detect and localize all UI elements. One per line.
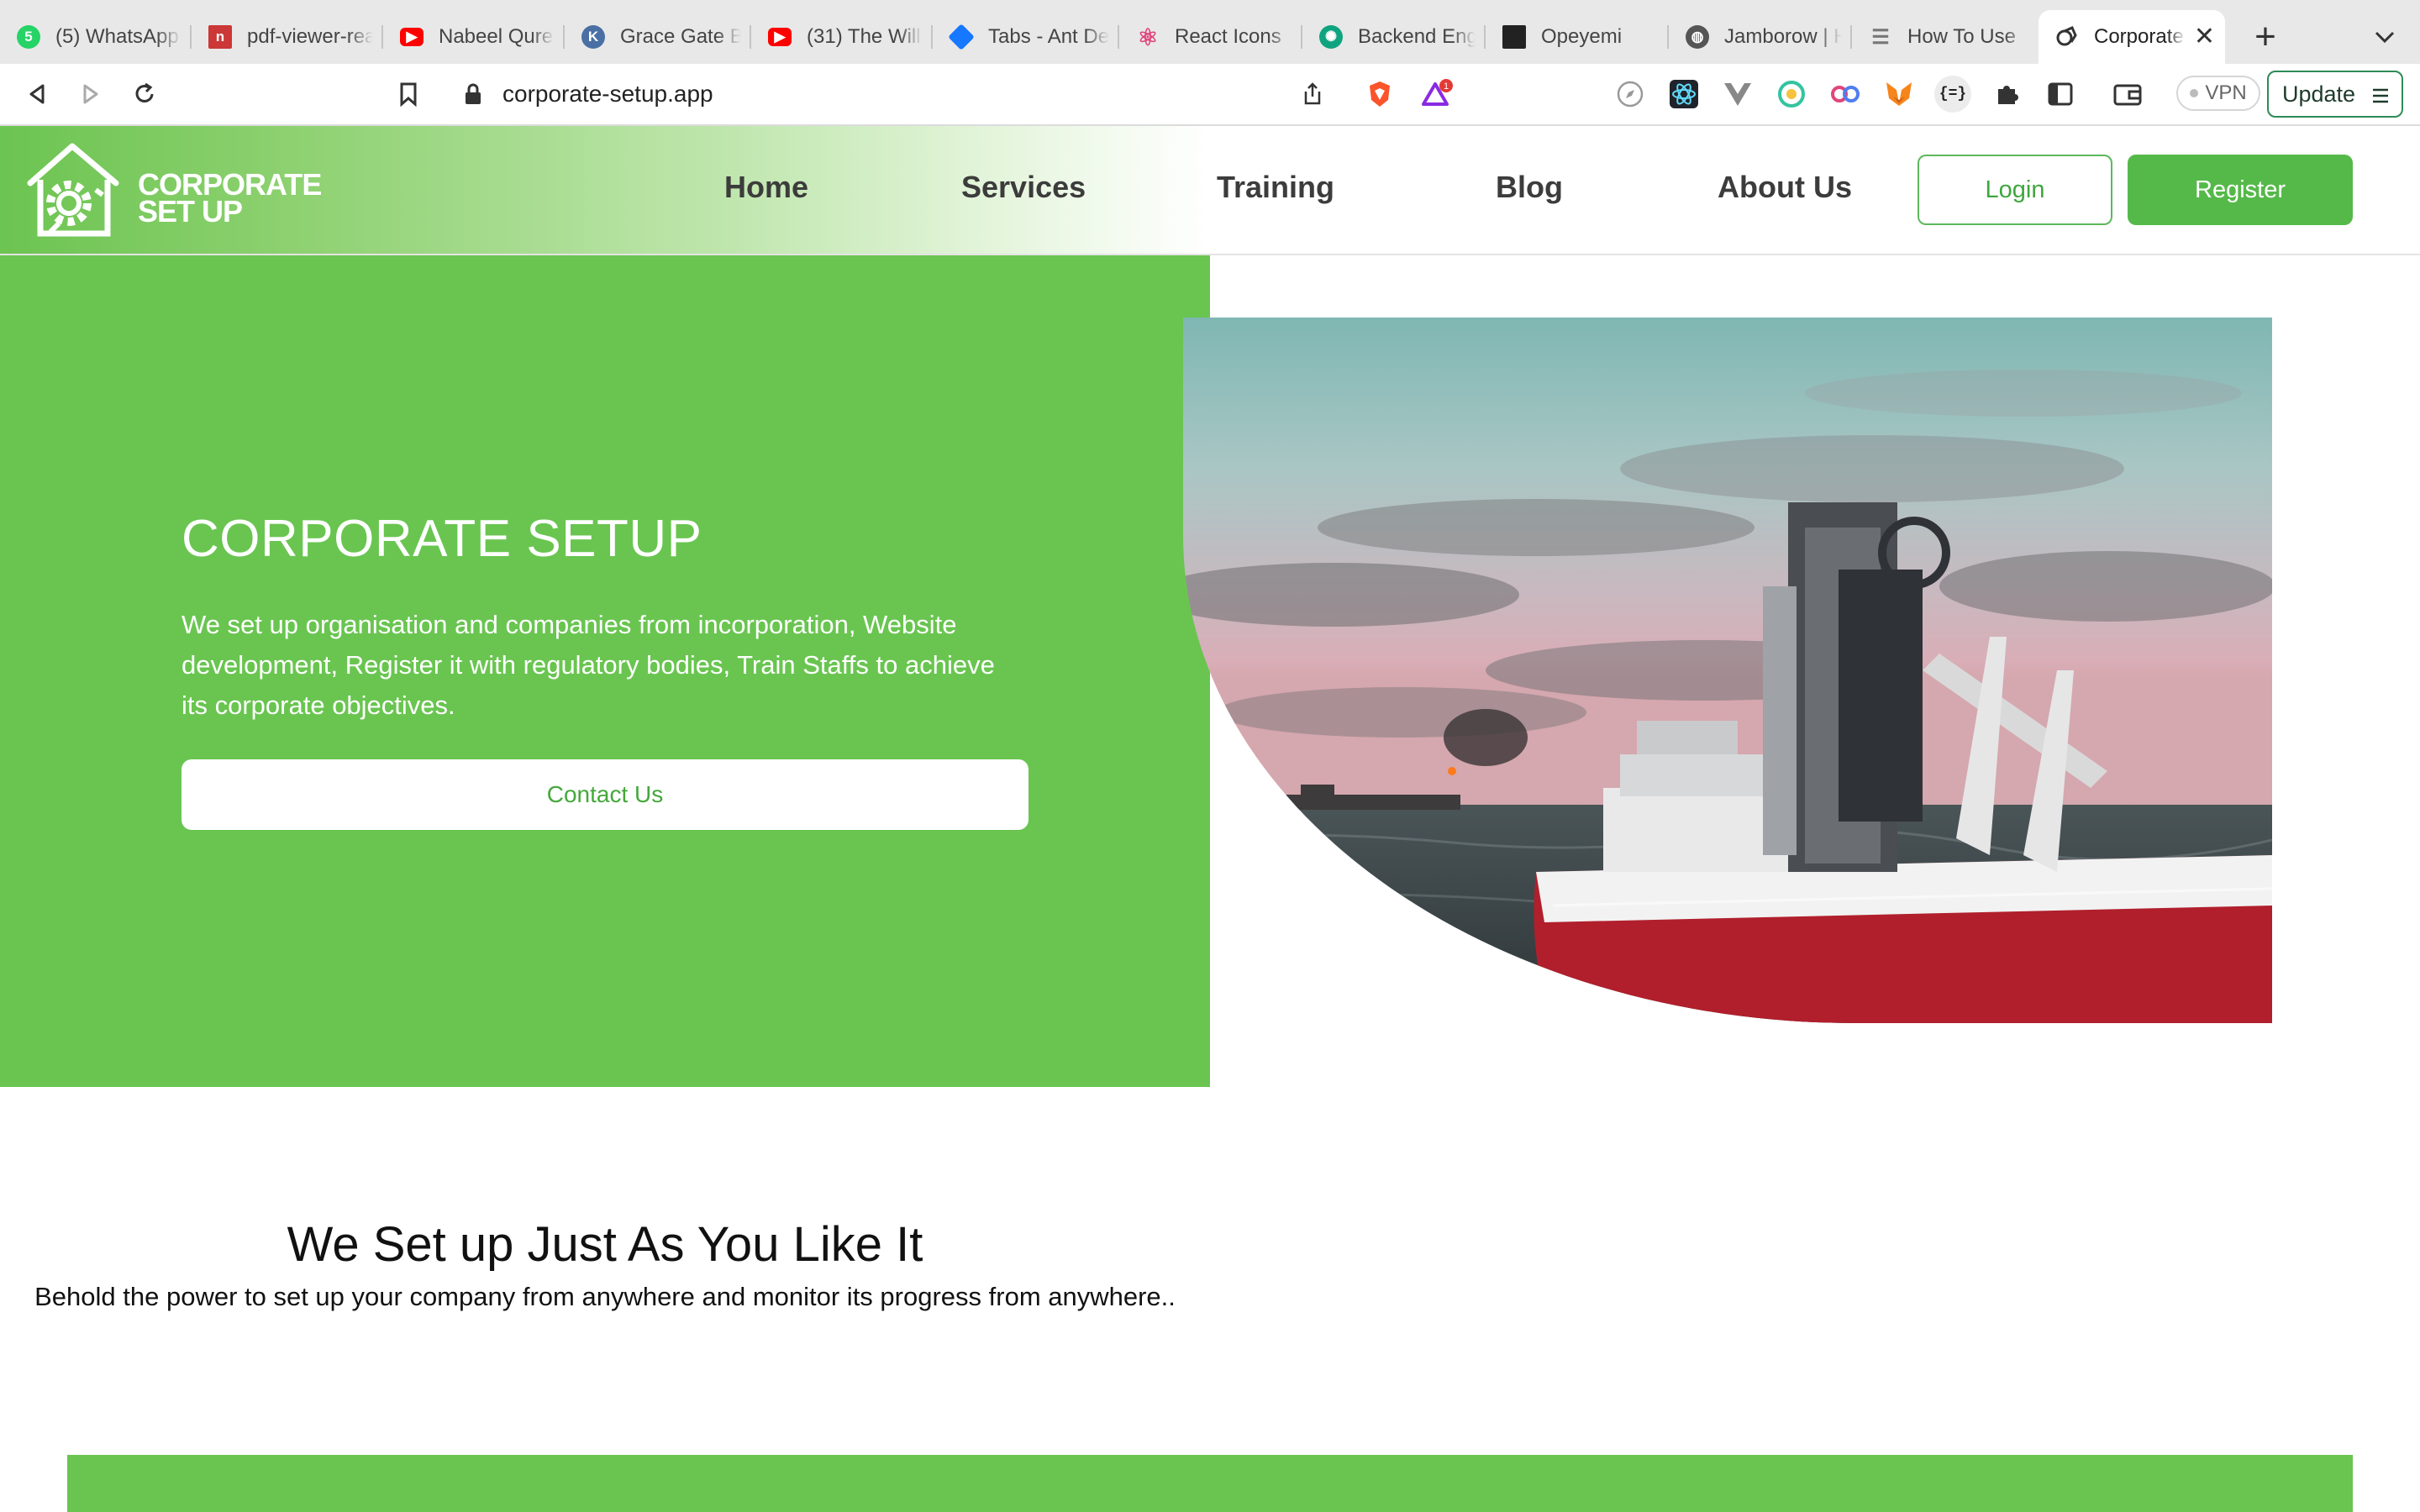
globe-icon: ◍ [1686, 25, 1709, 49]
list-icon: ☰ [1871, 25, 1890, 49]
antd-icon [948, 24, 975, 50]
tab-jamborow[interactable]: ◍ Jamborow | Home [1669, 10, 1852, 64]
nav-blog[interactable]: Blog [1496, 170, 1563, 205]
tab-title: Grace Gate Blog [620, 25, 741, 48]
whatsapp-icon: 5 [17, 25, 40, 49]
vpn-status-dot [2190, 89, 2199, 97]
bookmark-icon[interactable] [390, 76, 427, 113]
nav-services[interactable]: Services [961, 170, 1086, 205]
brave-shields-icon[interactable] [1363, 77, 1397, 111]
logo-wordmark[interactable]: CORPORATE SET UP [138, 170, 322, 228]
hero-description: We set up organisation and companies fro… [182, 610, 995, 720]
vue-devtools-icon[interactable] [1721, 77, 1754, 111]
rewards-badge: 1 [1444, 81, 1449, 92]
tab-grace-gate[interactable]: K Grace Gate Blog [565, 10, 751, 64]
login-button[interactable]: Login [1918, 155, 2112, 225]
register-button[interactable]: Register [2128, 155, 2353, 225]
json-viewer-icon[interactable]: {=} [1934, 76, 1971, 113]
hamburger-menu-icon [2371, 85, 2390, 111]
openai-icon: ✺ [1319, 25, 1343, 49]
tab-whatsapp[interactable]: 5 (5) WhatsApp [0, 10, 192, 64]
update-button[interactable]: Update [2267, 71, 2403, 118]
update-label: Update [2282, 81, 2356, 107]
colorful-extension-icon[interactable] [1775, 77, 1808, 111]
nav-home[interactable]: Home [724, 170, 808, 205]
corporate-icon [2055, 25, 2079, 49]
corporate-setup-logo-icon[interactable] [22, 139, 126, 242]
browser-toolbar: corporate-setup.app 1 {=} VPN Update [0, 64, 2420, 126]
logo-line-2: SET UP [138, 194, 243, 228]
tab-title: pdf-viewer-react [247, 25, 373, 48]
npm-icon: n [208, 25, 232, 49]
wallet-icon[interactable] [2111, 77, 2144, 111]
tab-nabeel[interactable]: ▶ Nabeel Qureshi [383, 10, 565, 64]
site-header: CORPORATE SET UP Home Services Training … [0, 126, 2420, 255]
browser-tab-strip: 5 (5) WhatsApp n pdf-viewer-react ▶ Nabe… [0, 0, 2420, 64]
tab-title: (31) The Willi [807, 25, 923, 48]
url-text[interactable]: corporate-setup.app [502, 81, 713, 108]
contact-us-button[interactable]: Contact Us [182, 759, 1028, 830]
lock-icon [464, 82, 482, 110]
tab-title: (5) WhatsApp [55, 25, 179, 48]
tab-title: How To Use [1907, 25, 2016, 48]
tab-title: Backend Engineer [1358, 25, 1476, 48]
extensions-puzzle-icon[interactable] [1990, 77, 2023, 111]
hero-ship-image [1183, 318, 2272, 1023]
back-icon[interactable] [18, 76, 55, 113]
tab-youtube-willi[interactable]: ▶ (31) The Willi [751, 10, 933, 64]
vpn-button[interactable]: VPN [2176, 76, 2260, 111]
vpn-label: VPN [2205, 81, 2247, 104]
react-devtools-icon[interactable] [1667, 77, 1701, 111]
section-subtitle: Behold the power to set up your company … [34, 1282, 1176, 1311]
sidebar-toggle-icon[interactable] [2044, 77, 2077, 111]
tab-pdf-viewer[interactable]: n pdf-viewer-react [192, 10, 383, 64]
features-band [67, 1455, 2353, 1512]
forward-icon[interactable] [72, 76, 109, 113]
tab-how-to-use[interactable]: ☰ How To Use [1852, 10, 2039, 64]
tab-ant-design[interactable]: Tabs - Ant Design [933, 10, 1119, 64]
dark-square-icon [1502, 25, 1526, 49]
k-icon: K [581, 25, 605, 49]
tab-title: React Icons [1175, 25, 1281, 48]
tab-title: Corporate Setup [2094, 25, 2186, 48]
nav-training[interactable]: Training [1217, 170, 1334, 205]
youtube-icon: ▶ [400, 28, 424, 46]
close-tab-icon[interactable]: ✕ [2194, 24, 2215, 50]
compass-extension-icon[interactable] [1613, 77, 1647, 111]
section-title: We Set up Just As You Like It [287, 1217, 923, 1272]
hero-title: CORPORATE SETUP [182, 510, 702, 568]
brave-rewards-icon[interactable]: 1 [1420, 77, 1454, 111]
youtube-icon: ▶ [768, 28, 792, 46]
tab-corporate-setup[interactable]: Corporate Setup ✕ [2039, 10, 2225, 64]
tab-title: Jamborow | Home [1724, 25, 1842, 48]
reload-icon[interactable] [126, 76, 163, 113]
tab-backend-engineer[interactable]: ✺ Backend Engineer [1302, 10, 1486, 64]
tab-search-chevron-icon[interactable] [2368, 20, 2402, 54]
metamask-icon[interactable] [1882, 77, 1916, 111]
link-extension-icon[interactable] [1828, 77, 1862, 111]
tab-react-icons[interactable]: ⚛ React Icons [1119, 10, 1302, 64]
react-icon: ⚛ [1137, 24, 1159, 50]
share-icon[interactable] [1296, 77, 1329, 111]
tab-opeyemi[interactable]: Opeyemi [1486, 10, 1669, 64]
nav-about-us[interactable]: About Us [1718, 170, 1852, 205]
tab-title: Nabeel Qureshi [439, 25, 555, 48]
tab-title: Tabs - Ant Design [988, 25, 1109, 48]
new-tab-button[interactable]: + [2245, 13, 2286, 60]
tab-title: Opeyemi [1541, 25, 1623, 48]
